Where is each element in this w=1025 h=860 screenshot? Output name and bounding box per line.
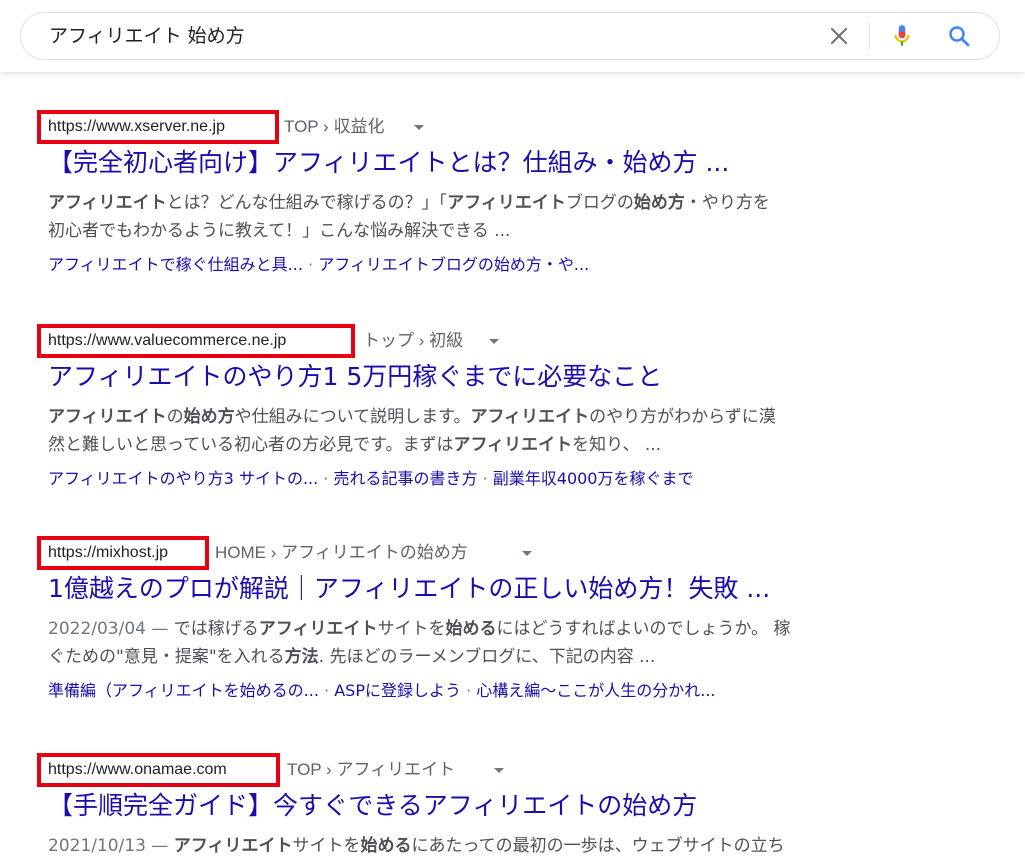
snippet-keyword: 方法 [284,647,319,667]
result-url[interactable]: https://mixhost.jp [48,544,168,562]
snippet-text: ・やり方を [684,193,770,213]
sitelink-separator: · [477,469,493,488]
sitelink-separator: · [318,469,334,488]
sitelink-separator: · [302,255,319,274]
snippet-text: . 先ほどのラーメンブログに、下記の内容 ... [318,647,656,667]
sitelink[interactable]: 副業年収4000万を稼ぐまで [493,469,694,488]
snippet-keyword: 始め方 [183,407,235,427]
search-header: アフィリエイト 始め方 [0,0,1025,72]
snippet-line: 然と難しいと思っている初心者の方必見です。まずはアフィリエイトを知り、 ... [48,431,908,459]
snippet-keyword: アフィリエイト [173,836,293,856]
snippet-keyword: アフィリエイト [48,193,167,213]
result-title[interactable]: 【完全初心者向け】アフィリエイトとは？仕組み・始め方 ... [48,146,729,180]
sitelink-separator: · [460,681,477,700]
result-url[interactable]: https://www.valuecommerce.ne.jp [48,332,286,350]
snippet-line: アフィリエイトとは？どんな仕組みで稼げるの？」「アフィリエイトブログの始め方・や… [48,189,908,217]
chevron-down-icon[interactable] [494,768,504,773]
sitelink-separator: · [318,681,335,700]
result-breadcrumb: HOME › アフィリエイトの始め方 [215,543,468,562]
sitelink[interactable]: アフィリエイトで稼ぐ仕組みと具... [48,255,303,274]
snippet-keyword: 始める [445,619,497,639]
search-box[interactable]: アフィリエイト 始め方 [20,12,1000,60]
result-sitelinks: 準備編（アフィリエイトを始めるの... · ASPに登録しよう · 心構え編〜こ… [48,679,716,703]
result-sitelinks: アフィリエイトで稼ぐ仕組みと具... · アフィリエイトブログの始め方・や... [48,253,589,277]
chevron-down-icon[interactable] [414,125,424,130]
snippet-keyword: 始め方 [633,193,685,213]
mic-icon[interactable] [889,23,915,49]
result-snippet: 2022/03/04 — では稼げるアフィリエイトサイトを始めるにはどうすればよ… [48,615,908,671]
sitelink[interactable]: アフィリエイトのやり方3 サイトの... [48,469,318,488]
snippet-text: や仕組みについて説明します。 [234,407,471,427]
snippet-line: アフィリエイトの始め方や仕組みについて説明します。アフィリエイトのやり方がわから… [48,403,908,431]
result-snippet: 2021/10/13 — アフィリエイトサイトを始めるにあたっての最初の一歩は、… [48,832,908,860]
snippet-line: 初心者でもわかるように教えて！」こんな悩み解決できる ... [48,217,908,245]
sitelink[interactable]: 準備編（アフィリエイトを始めるの... [48,681,319,700]
result-url[interactable]: https://www.onamae.com [48,761,227,779]
sitelink[interactable]: 売れる記事の書き方 [333,469,477,488]
result-title[interactable]: 【手順完全ガイド】今すぐできるアフィリエイトの始め方 [48,789,697,823]
search-icon[interactable] [947,24,971,48]
snippet-keyword: アフィリエイト [447,193,566,213]
snippet-text: ぐための"意見・提案"を入れる [48,647,285,667]
result-snippet: アフィリエイトの始め方や仕組みについて説明します。アフィリエイトのやり方がわから… [48,403,908,459]
sitelink[interactable]: ASPに登録しよう [334,681,461,700]
result-snippet: アフィリエイトとは？どんな仕組みで稼げるの？」「アフィリエイトブログの始め方・や… [48,189,908,245]
snippet-text: 初心者でもわかるように教えて！」こんな悩み解決できる ... [48,221,511,241]
result-sitelinks: アフィリエイトのやり方3 サイトの... · 売れる記事の書き方 · 副業年収4… [48,467,694,491]
clear-icon[interactable] [827,24,851,48]
snippet-text: サイトを [292,836,361,856]
result-title[interactable]: 1億越えのプロが解説｜アフィリエイトの正しい始め方！失敗 ... [48,572,770,606]
sitelink[interactable]: アフィリエイトブログの始め方・や... [318,255,589,274]
snippet-line: 2021/10/13 — アフィリエイトサイトを始めるにあたっての最初の一歩は、… [48,832,908,860]
result-date: 2022/03/04 — [48,619,174,639]
snippet-text: ブログの [565,193,634,213]
snippet-text: では稼げる [173,619,259,639]
snippet-text: にあたっての最初の一歩は、ウェブサイトの立ち [411,836,785,856]
snippet-text: のやり方がわからずに漠 [589,407,776,427]
snippet-keyword: 始める [360,836,412,856]
result-breadcrumb: トップ › 初級 [363,331,464,350]
search-divider [869,22,870,50]
result-breadcrumb: TOP › 収益化 [284,117,385,136]
snippet-keyword: アフィリエイト [470,407,590,427]
snippet-keyword: アフィリエイト [258,619,378,639]
snippet-text: サイトを [377,619,446,639]
chevron-down-icon[interactable] [489,339,499,344]
snippet-keyword: アフィリエイト [48,407,167,427]
result-title[interactable]: アフィリエイトのやり方1 5万円稼ぐまでに必要なこと [48,360,662,394]
snippet-text: にはどうすればよいのでしょうか。 稼 [496,619,791,639]
snippet-line: 2022/03/04 — では稼げるアフィリエイトサイトを始めるにはどうすればよ… [48,615,908,643]
snippet-text: 然と難しいと思っている初心者の方必見です。まずは [48,435,454,455]
snippet-keyword: アフィリエイト [453,435,573,455]
result-breadcrumb: TOP › アフィリエイト [287,760,456,779]
sitelink[interactable]: 心構え編〜ここが人生の分かれ... [476,681,715,700]
search-input[interactable]: アフィリエイト 始め方 [49,13,245,59]
snippet-text: の [166,407,184,427]
chevron-down-icon[interactable] [522,551,532,556]
result-date: 2021/10/13 — [48,836,174,856]
result-url[interactable]: https://www.xserver.ne.jp [48,118,225,136]
snippet-line: ぐための"意見・提案"を入れる方法. 先ほどのラーメンブログに、下記の内容 ..… [48,643,908,671]
snippet-text: を知り、 ... [572,435,662,455]
snippet-text: とは？どんな仕組みで稼げるの？」「 [166,193,448,213]
